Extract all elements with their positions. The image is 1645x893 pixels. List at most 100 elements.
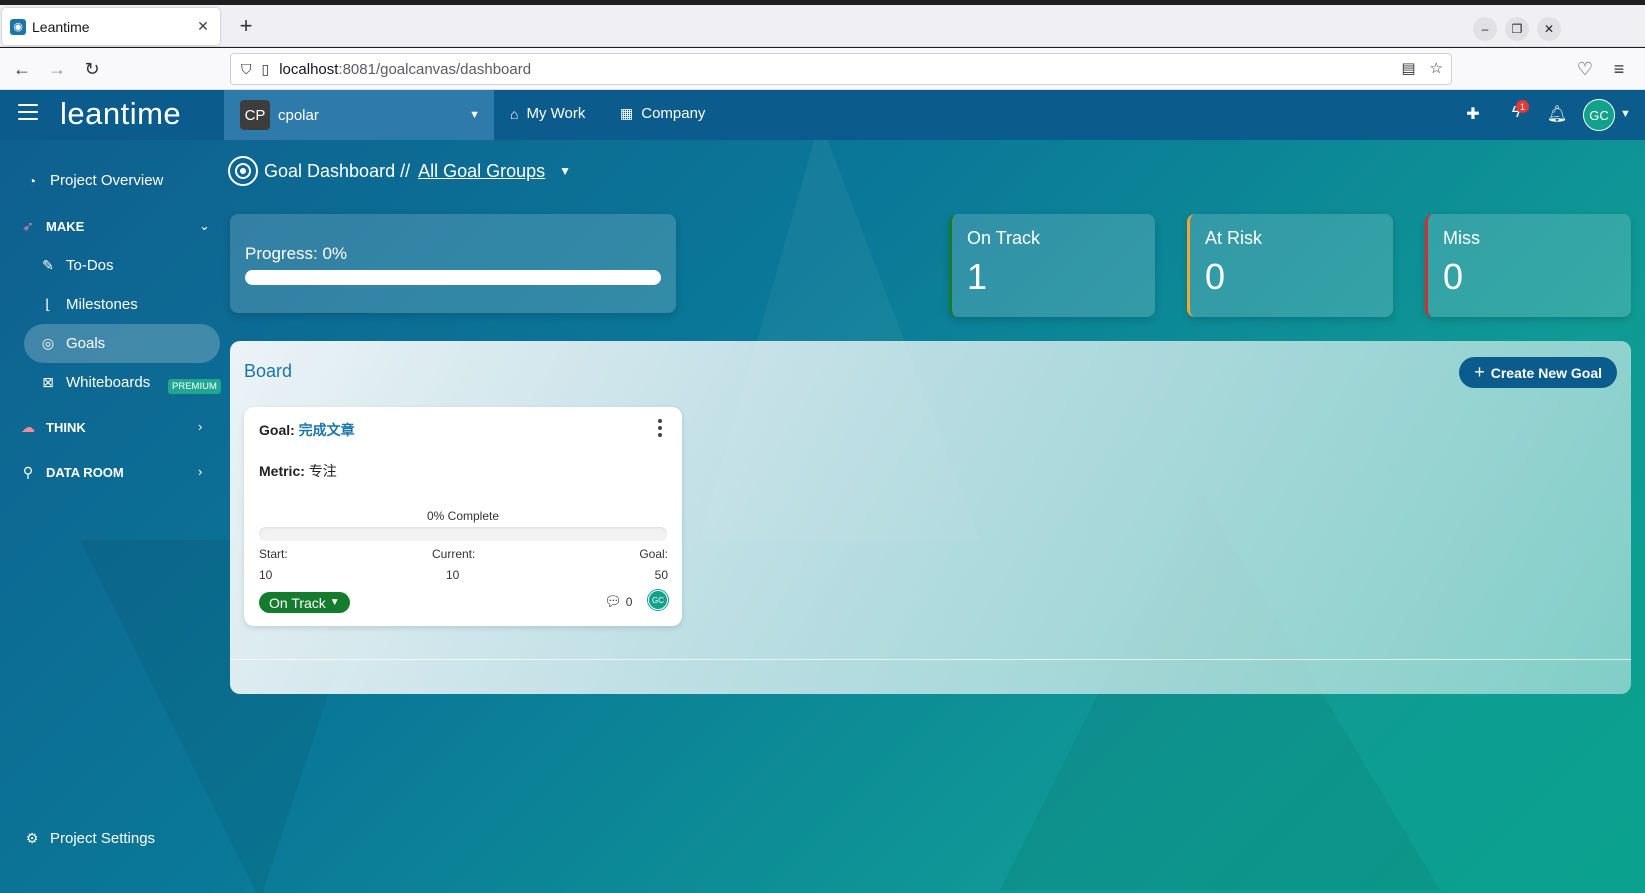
whiteboard-icon: ⊠ xyxy=(42,374,54,390)
browser-menu-icon[interactable]: ≡ xyxy=(1607,57,1631,81)
sidebar-section-label: THINK xyxy=(46,420,86,435)
sidebar-section-label: MAKE xyxy=(46,219,85,234)
bookmark-star-icon[interactable]: ☆ xyxy=(1430,59,1443,77)
user-avatar[interactable]: GC xyxy=(1583,99,1615,131)
chevron-down-icon[interactable]: ▼ xyxy=(559,164,571,178)
paperclip-icon: ⚲ xyxy=(22,464,34,480)
notification-badge: 1 xyxy=(1516,100,1529,113)
sidebar-item-label: Project Overview xyxy=(50,172,164,189)
tab-title: Leantime xyxy=(32,18,90,35)
sidebar-item-whiteboards[interactable]: ⊠ Whiteboards xyxy=(38,374,150,391)
sidebar-section-make[interactable]: ➶ MAKE xyxy=(18,218,84,235)
sidebar-item-label: Whiteboards xyxy=(66,374,151,391)
goal-card[interactable]: Goal: 完成文章 Metric: 专注 0% Complete Start:… xyxy=(244,407,682,626)
chevron-right-icon[interactable]: › xyxy=(198,464,202,479)
target-icon: ◎ xyxy=(41,335,55,351)
window-close-icon[interactable]: ✕ xyxy=(1537,17,1561,41)
sidebar-item-label: To-Dos xyxy=(66,257,114,274)
miss-label: Miss xyxy=(1443,228,1480,248)
metric-value: 专注 xyxy=(308,463,337,479)
miss-card: Miss 0 xyxy=(1425,214,1631,317)
reader-view-icon[interactable]: ▤ xyxy=(1401,59,1415,77)
page-icon: ▯ xyxy=(261,60,270,77)
chevron-down-icon[interactable]: ⌄ xyxy=(199,218,210,234)
leantime-logo[interactable]: leantime xyxy=(60,96,181,132)
home-icon: ⌂ xyxy=(510,105,519,122)
building-icon: ▦ xyxy=(620,105,634,121)
dashboard-icon: ◔ xyxy=(27,172,37,189)
sidebar-item-label: Project Settings xyxy=(50,830,156,847)
sidebar-item-todos[interactable]: ✎ To-Dos xyxy=(38,257,114,274)
sidebar-section-label: DATA ROOM xyxy=(46,465,124,480)
brain-icon: ☁ xyxy=(21,419,35,435)
progress-card: Progress: 0% xyxy=(230,214,676,313)
new-tab-button[interactable]: + xyxy=(234,14,258,38)
complete-label: 0% Complete xyxy=(426,509,500,523)
chart-icon: ⌊ xyxy=(45,296,51,312)
sidebar-item-milestones[interactable]: ⌊ Milestones xyxy=(38,296,138,313)
nav-my-work[interactable]: ⌂ My Work xyxy=(510,105,585,122)
browser-tab[interactable]: ◉ Leantime ✕ xyxy=(2,8,220,45)
project-selector[interactable]: CP cpolar ▼ xyxy=(224,90,494,140)
metric-prefix: Metric: xyxy=(259,463,305,479)
kebab-menu-icon[interactable] xyxy=(658,419,662,437)
comments-link[interactable]: 💬︎ 0 xyxy=(604,593,632,610)
start-label: Start: xyxy=(259,547,288,561)
sidebar-item-label: Milestones xyxy=(66,296,138,313)
goal-label: Goal: xyxy=(639,547,668,561)
url-bar[interactable]: ⛉ ▯ localhost:8081/goalcanvas/dashboard … xyxy=(230,53,1452,85)
current-label: Current: xyxy=(432,547,476,561)
pocket-icon[interactable]: ♡ xyxy=(1573,57,1597,81)
page-title: Goal Dashboard // All Goal Groups ▼ xyxy=(228,156,571,186)
sidebar-section-data-room[interactable]: ⚲ DATA ROOM xyxy=(18,464,124,481)
at-risk-label: At Risk xyxy=(1205,228,1263,248)
browser-nav-bar: ← → ↻ ⛉ ▯ localhost:8081/goalcanvas/dash… xyxy=(0,48,1645,90)
goal-prefix: Goal: xyxy=(259,422,295,438)
at-risk-value: 0 xyxy=(1205,256,1226,297)
goal-name-link[interactable]: 完成文章 xyxy=(299,422,355,438)
reload-icon[interactable]: ↻ xyxy=(80,57,104,81)
rocket-icon: ➶ xyxy=(22,218,34,234)
goal-group-filter[interactable]: All Goal Groups xyxy=(418,161,545,182)
chevron-down-icon[interactable]: ▼ xyxy=(1620,108,1631,120)
progress-bar xyxy=(245,270,661,285)
create-new-goal-label: Create New Goal xyxy=(1490,364,1602,381)
comment-count: 0 xyxy=(625,594,633,609)
page-title-text: Goal Dashboard // xyxy=(264,160,411,181)
restore-icon[interactable]: ❐ xyxy=(1505,17,1529,41)
board-divider xyxy=(230,659,1631,660)
chevron-right-icon[interactable]: › xyxy=(198,419,202,434)
browser-tab-bar: ◉ Leantime ✕ + – ❐ ✕ xyxy=(0,5,1645,47)
assignee-avatar[interactable]: GC xyxy=(648,590,668,610)
puzzle-icon[interactable]: ✚ xyxy=(1462,104,1484,124)
back-icon[interactable]: ← xyxy=(10,57,34,81)
nav-company-label: Company xyxy=(641,105,706,122)
goal-board: Board + Create New Goal Goal: 完成文章 Metri… xyxy=(230,341,1631,694)
target-icon xyxy=(228,156,258,186)
url-host: localhost xyxy=(279,60,339,78)
status-dropdown[interactable]: On Track ▼ xyxy=(259,592,350,613)
goal-title: Goal: 完成文章 xyxy=(259,420,355,440)
menu-toggle-icon[interactable] xyxy=(18,104,38,122)
sidebar-item-goals[interactable]: ◎ Goals xyxy=(24,324,220,363)
sidebar-item-project-settings[interactable]: ⚙ Project Settings xyxy=(22,830,155,847)
shield-icon[interactable]: ⛉ xyxy=(241,61,252,78)
on-track-card: On Track 1 xyxy=(949,214,1155,317)
forward-icon[interactable]: → xyxy=(45,57,69,81)
minimize-icon[interactable]: – xyxy=(1473,17,1497,41)
goal-progress-bar xyxy=(259,527,667,541)
tab-close-icon[interactable]: ✕ xyxy=(194,18,212,35)
url-path: :8081/goalcanvas/dashboard xyxy=(338,60,532,78)
project-avatar: CP xyxy=(240,100,270,130)
miss-value: 0 xyxy=(1443,256,1464,297)
caret-down-icon: ▼ xyxy=(329,597,340,608)
nav-company[interactable]: ▦ Company xyxy=(620,105,705,122)
goal-value: 50 xyxy=(654,568,668,582)
on-track-label: On Track xyxy=(967,228,1041,248)
sidebar-item-project-overview[interactable]: ◔ Project Overview xyxy=(22,172,164,189)
pushpin-icon: ✎ xyxy=(42,257,54,273)
bell-icon[interactable]: 🔔︎ xyxy=(1546,104,1568,124)
create-new-goal-button[interactable]: + Create New Goal xyxy=(1459,357,1617,388)
plus-icon: + xyxy=(1474,362,1485,382)
sidebar-section-think[interactable]: ☁ THINK xyxy=(18,419,86,436)
